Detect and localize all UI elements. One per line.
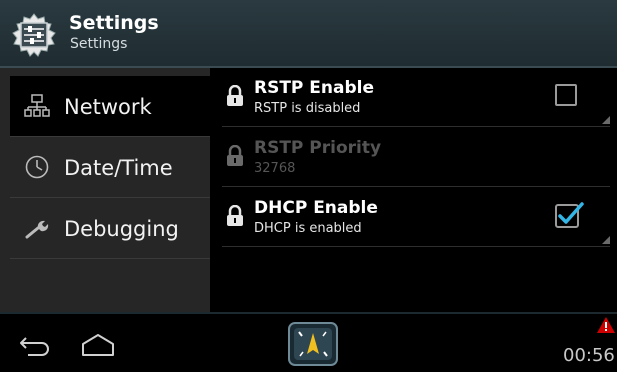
lock-icon — [226, 144, 244, 167]
nav-item-label: Date/Time — [64, 156, 173, 180]
action-bar: Settings Settings — [0, 0, 617, 68]
settings-sliders-icon[interactable] — [11, 12, 57, 58]
settings-list: RSTP Enable RSTP is disabled RSTP Priori… — [210, 68, 617, 312]
settings-nav: Network Date/Time Debugging — [0, 68, 210, 312]
nav-item-date-time[interactable]: Date/Time — [10, 137, 210, 198]
lock-icon — [226, 204, 244, 227]
wrench-icon — [24, 215, 50, 241]
rstp-enable-checkbox[interactable] — [555, 84, 577, 106]
setting-summary: DHCP is enabled — [254, 221, 362, 236]
nav-item-debugging[interactable]: Debugging — [10, 198, 210, 259]
status-clock: 00:56 — [563, 345, 615, 366]
network-icon — [24, 93, 50, 119]
setting-title: DHCP Enable — [254, 198, 378, 218]
compass-app-icon[interactable] — [286, 320, 340, 368]
nav-item-label: Network — [64, 95, 152, 119]
page-subtitle: Settings — [70, 36, 128, 52]
setting-dhcp-enable[interactable]: DHCP Enable DHCP is enabled — [222, 188, 610, 247]
row-corner-indicator — [602, 116, 610, 124]
home-icon[interactable] — [80, 332, 116, 358]
nav-item-network[interactable]: Network — [10, 76, 210, 137]
page-title: Settings — [69, 12, 159, 34]
setting-summary: 32768 — [254, 161, 296, 176]
settings-screen: Settings Settings Network Date/Time Debu… — [0, 0, 617, 372]
setting-summary: RSTP is disabled — [254, 101, 361, 116]
setting-title: RSTP Priority — [254, 138, 382, 158]
clock-icon — [24, 154, 50, 180]
row-corner-indicator — [602, 236, 610, 244]
system-navigation-bar: 00:56 — [0, 312, 617, 372]
dhcp-enable-checkbox[interactable] — [555, 201, 585, 229]
setting-rstp-priority: RSTP Priority 32768 — [222, 128, 610, 187]
setting-title: RSTP Enable — [254, 78, 375, 98]
nav-item-label: Debugging — [64, 217, 179, 241]
warning-icon[interactable] — [596, 316, 616, 334]
back-icon[interactable] — [18, 334, 52, 358]
setting-rstp-enable[interactable]: RSTP Enable RSTP is disabled — [222, 68, 610, 127]
lock-icon — [226, 84, 244, 107]
